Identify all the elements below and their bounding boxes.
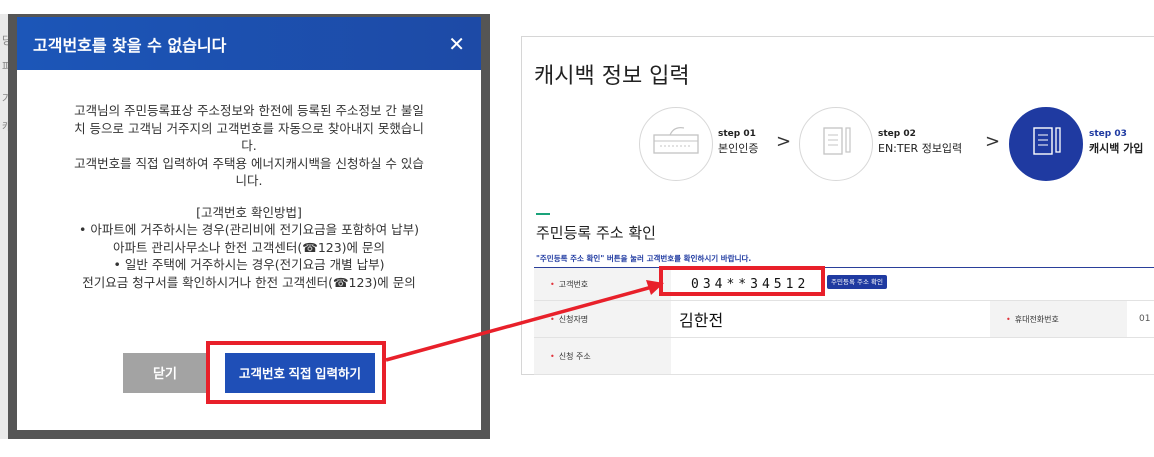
- red-arrow-icon: [385, 280, 664, 362]
